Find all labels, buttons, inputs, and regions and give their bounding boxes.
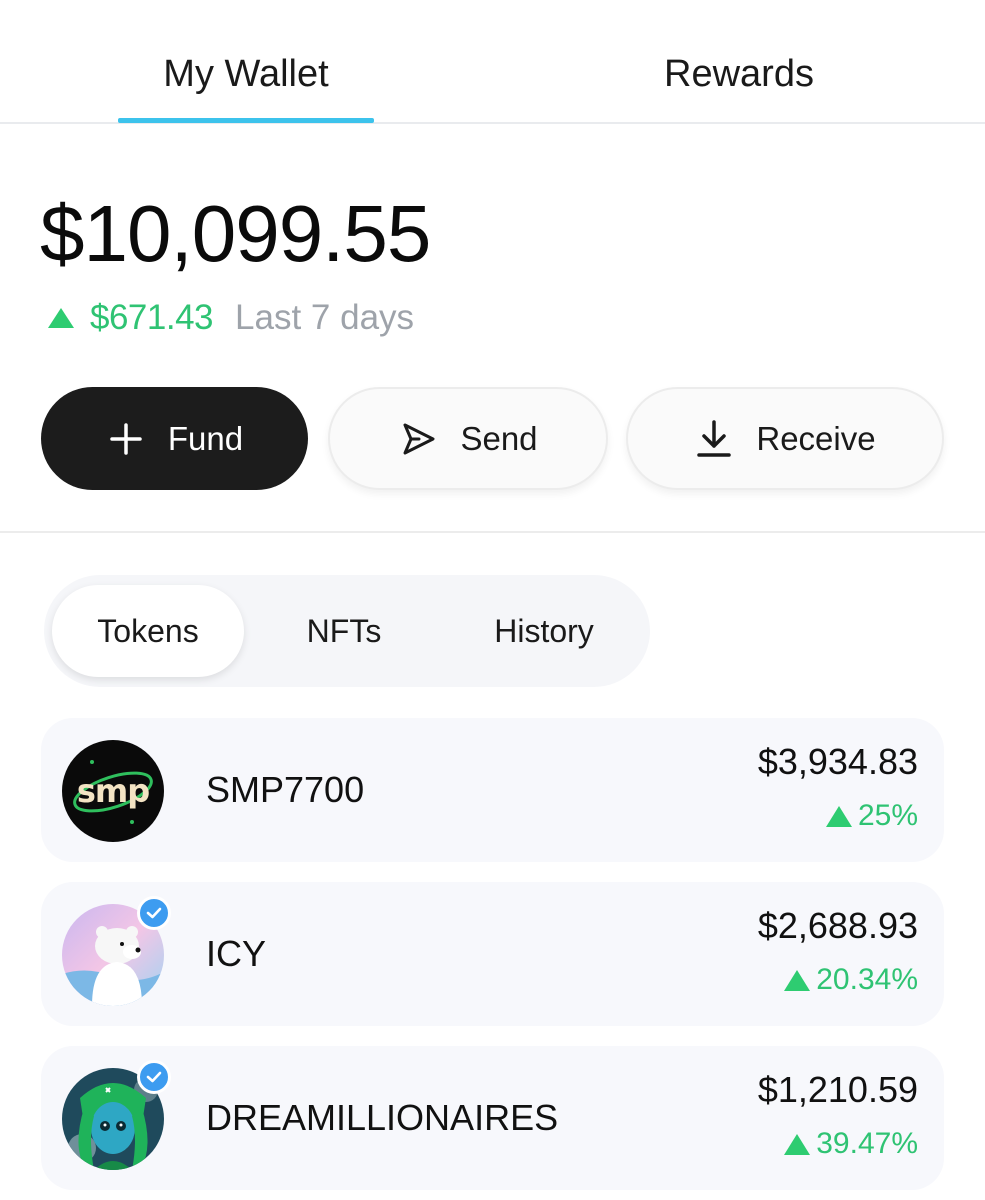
token-change-percent: 20.34% [816,963,918,996]
token-change: 25% [825,798,918,834]
send-button[interactable]: Send [328,387,608,490]
top-tab-bar: My Wallet Rewards [0,0,985,124]
verified-badge-icon [137,896,171,930]
segment-history[interactable]: History [464,585,624,677]
token-change-percent: 25% [857,799,918,832]
fund-button-label: Fund [167,419,244,457]
receive-button-label: Receive [756,419,876,457]
token-row[interactable]: smp SMP7700 $3,934.83 25% [41,718,944,862]
trend-up-icon [48,308,74,328]
segment-tokens[interactable]: Tokens [52,585,244,677]
token-name: SMP7700 [206,769,365,810]
token-name: ICY [206,933,267,974]
active-tab-indicator [118,118,374,123]
trend-up-icon [784,1133,811,1155]
token-row[interactable]: DREAMILLIONAIRES $1,210.59 39.47% [41,1046,944,1190]
trend-up-icon [784,969,811,991]
wallet-balance: $10,099.55 [40,189,431,278]
receive-button[interactable]: Receive [626,387,944,490]
balance-change-value: $671.43 [90,298,214,337]
token-change-percent: 39.47% [816,1127,918,1160]
send-button-label: Send [460,419,538,457]
plus-icon [106,419,146,459]
segment-nfts[interactable]: NFTs [274,585,414,677]
trend-up-icon [825,805,852,827]
asset-segment-control: Tokens NFTs History [44,575,650,687]
smp-logo: smp [62,740,164,842]
token-value: $1,210.59 [757,1069,918,1110]
download-icon [694,419,734,459]
token-value: $3,934.83 [757,741,918,782]
token-value: $2,688.93 [757,905,918,946]
fund-button[interactable]: Fund [41,387,308,490]
tab-my-wallet[interactable]: My Wallet [118,52,374,96]
section-divider [0,531,985,533]
token-row[interactable]: ICY $2,688.93 20.34% [41,882,944,1026]
send-arrow-icon [398,419,438,459]
token-change: 20.34% [784,962,918,998]
token-name: DREAMILLIONAIRES [206,1097,559,1138]
balance-change-row: $671.43 Last 7 days [48,296,414,340]
tab-rewards[interactable]: Rewards [610,52,868,96]
verified-badge-icon [137,1060,171,1094]
balance-change-period: Last 7 days [235,298,415,337]
token-change: 39.47% [784,1126,918,1162]
